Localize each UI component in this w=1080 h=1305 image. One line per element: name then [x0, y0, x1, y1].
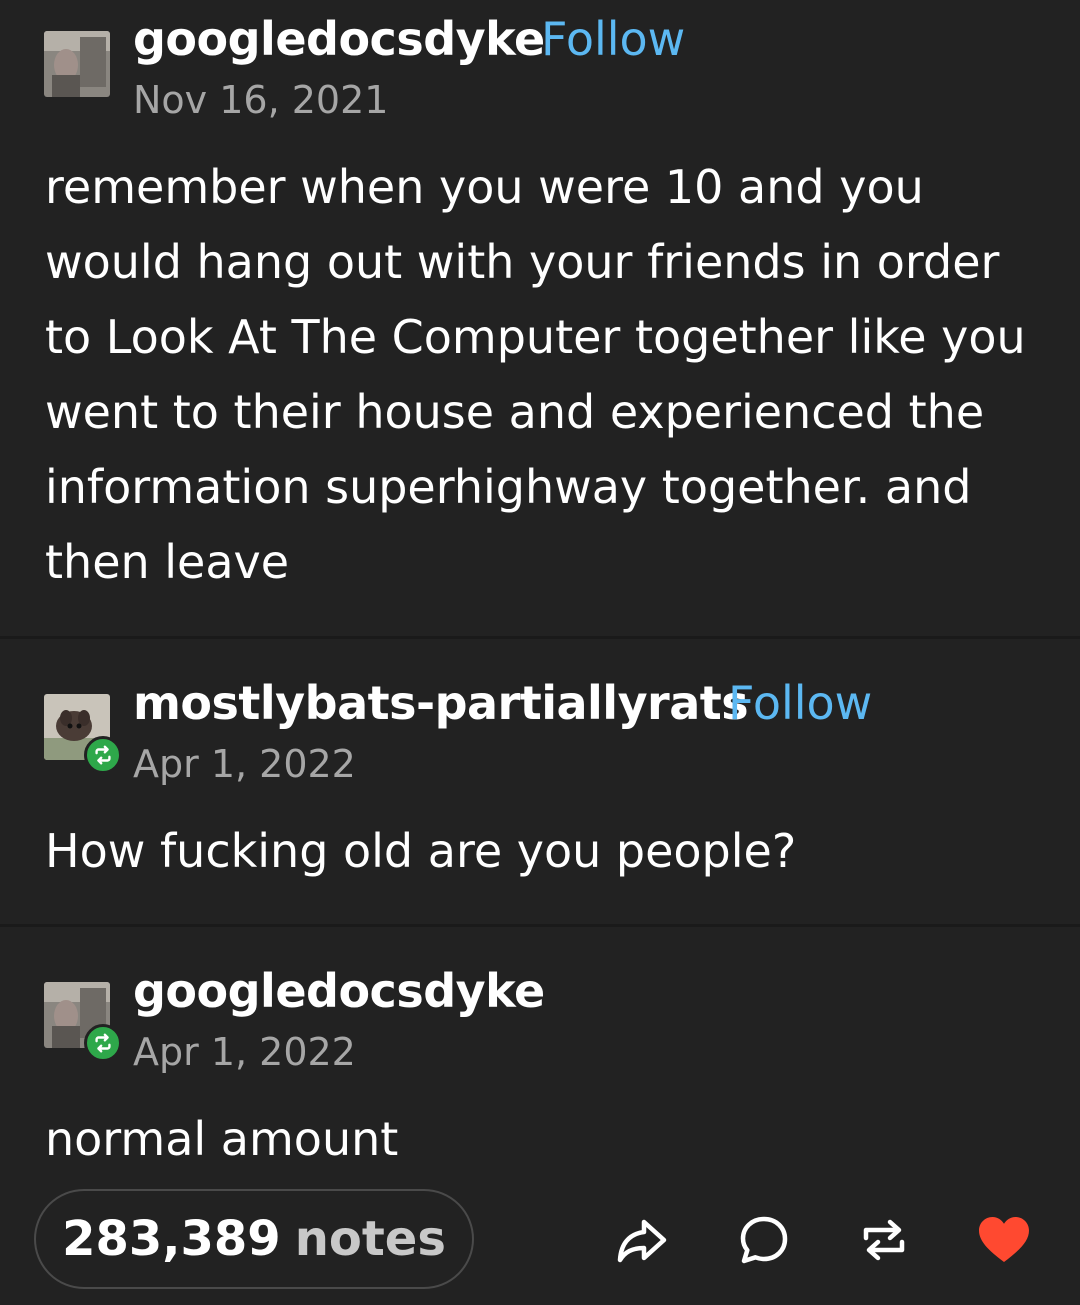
divider	[0, 636, 1080, 639]
reply-icon[interactable]	[736, 1212, 792, 1268]
follow-button[interactable]: Follow	[541, 12, 685, 66]
original-post: googledocsdyke Follow Nov 16, 2021 remem…	[0, 0, 1080, 636]
post-date: Nov 16, 2021	[133, 78, 389, 122]
share-icon[interactable]	[614, 1212, 670, 1268]
heart-icon[interactable]	[976, 1212, 1032, 1268]
reblog-badge-icon	[84, 736, 122, 774]
notes-label: notes	[294, 1211, 446, 1267]
post-text: How fucking old are you people?	[45, 824, 797, 878]
reblog-post: mostlybats-partiallyrats Follow Apr 1, 2…	[0, 640, 1080, 924]
post-username[interactable]: mostlybats-partiallyrats	[133, 676, 749, 730]
reblog-badge-icon	[84, 1024, 122, 1062]
notes-button[interactable]: 283,389 notes	[34, 1189, 474, 1289]
post-text: remember when you were 10 and you would …	[45, 160, 1026, 589]
avatar[interactable]	[44, 31, 110, 97]
follow-button[interactable]: Follow	[728, 676, 872, 730]
reblog-icon[interactable]	[856, 1212, 912, 1268]
post-text: normal amount	[45, 1112, 399, 1166]
divider	[0, 924, 1080, 927]
post-date: Apr 1, 2022	[133, 1030, 356, 1074]
post-date: Apr 1, 2022	[133, 742, 356, 786]
post-username[interactable]: googledocsdyke	[133, 964, 545, 1018]
notes-count: 283,389	[62, 1211, 281, 1267]
post-username[interactable]: googledocsdyke	[133, 12, 545, 66]
